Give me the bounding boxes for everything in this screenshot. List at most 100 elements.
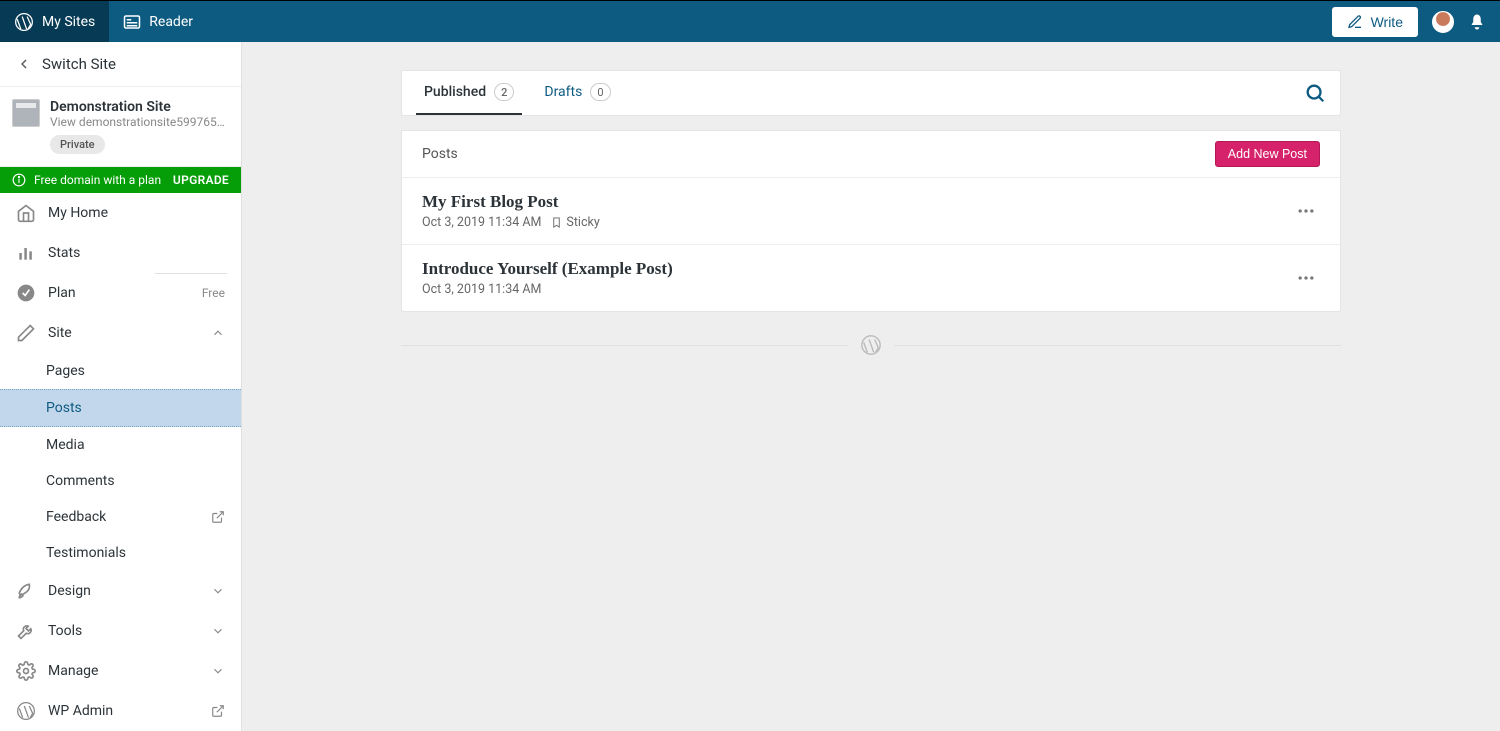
layout: Switch Site Demonstration Site View demo… (0, 42, 1500, 731)
post-meta: Oct 3, 2019 11:34 AM Sticky (422, 215, 1292, 230)
sidebar-item-posts[interactable]: Posts (0, 389, 241, 427)
sidebar-item-manage[interactable]: Manage (0, 651, 241, 691)
post-info: My First Blog Post Oct 3, 2019 11:34 AM … (422, 192, 1292, 230)
upgrade-button[interactable]: UPGRADE (173, 173, 229, 187)
search-icon[interactable] (1304, 82, 1326, 104)
topbar-right: Write (1332, 7, 1500, 37)
sidebar-item-testimonials[interactable]: Testimonials (0, 535, 241, 571)
site-title: Demonstration Site (50, 99, 229, 115)
sidebar-item-pages[interactable]: Pages (0, 353, 241, 389)
gear-icon (16, 661, 36, 681)
bell-icon[interactable] (1468, 13, 1486, 31)
tab-published[interactable]: Published 2 (416, 71, 522, 115)
external-link-icon (211, 704, 225, 718)
sidebar-item-plan[interactable]: Plan Free (0, 273, 241, 313)
sidebar-item-label: Pages (46, 363, 85, 379)
post-info: Introduce Yourself (Example Post) Oct 3,… (422, 259, 1292, 297)
write-button[interactable]: Write (1332, 7, 1418, 37)
chevron-down-icon (211, 584, 225, 598)
home-icon (16, 203, 36, 223)
wordpress-icon (14, 12, 34, 32)
tab-label: Published (424, 84, 486, 100)
stats-icon (16, 243, 36, 263)
external-link-icon (211, 510, 225, 524)
chevron-down-icon (211, 624, 225, 638)
chevron-left-icon (16, 56, 32, 72)
upgrade-text: Free domain with a plan (34, 173, 173, 187)
plan-icon (16, 283, 36, 303)
tab-drafts[interactable]: Drafts 0 (536, 71, 618, 115)
sidebar-item-label: Plan (48, 285, 76, 301)
sidebar-item-stats[interactable]: Stats (0, 233, 241, 273)
more-icon[interactable] (1292, 197, 1320, 225)
post-date: Oct 3, 2019 11:34 AM (422, 282, 541, 297)
pencil-icon (16, 323, 36, 343)
topbar-left: My Sites Reader (0, 1, 207, 42)
sidebar-item-wpadmin[interactable]: WP Admin (0, 691, 241, 731)
sidebar-item-label: Design (48, 583, 91, 599)
sidebar-item-design[interactable]: Design (0, 571, 241, 611)
sidebar-item-site[interactable]: Site (0, 313, 241, 353)
private-badge: Private (50, 135, 105, 154)
more-icon[interactable] (1292, 264, 1320, 292)
sidebar-item-label: WP Admin (48, 703, 113, 719)
sidebar-item-label: My Home (48, 205, 108, 221)
panel: Published 2 Drafts 0 Posts Add New Post (401, 70, 1341, 356)
post-date: Oct 3, 2019 11:34 AM (422, 215, 541, 230)
sidebar-item-label: Stats (48, 245, 80, 261)
wrench-icon (16, 621, 36, 641)
wordpress-icon (16, 701, 36, 721)
post-row[interactable]: My First Blog Post Oct 3, 2019 11:34 AM … (402, 178, 1340, 245)
nav-reader-label: Reader (149, 14, 193, 30)
divider (155, 273, 227, 274)
sidebar-item-tools[interactable]: Tools (0, 611, 241, 651)
site-url: View demonstrationsite599765121.w (50, 115, 229, 129)
avatar[interactable] (1432, 11, 1454, 33)
nav-my-sites-label: My Sites (42, 14, 95, 30)
footer-logo (401, 334, 1341, 356)
chevron-down-icon (211, 664, 225, 678)
site-thumb-icon (12, 99, 40, 127)
sidebar-item-label: Site (48, 325, 72, 341)
sidebar-item-label: Posts (46, 400, 82, 416)
write-icon (1347, 14, 1363, 30)
reader-icon (123, 13, 141, 31)
tab-label: Drafts (544, 84, 582, 100)
post-title: My First Blog Post (422, 192, 1292, 212)
topbar: My Sites Reader Write (0, 0, 1500, 42)
sidebar-item-label: Manage (48, 663, 98, 679)
sidebar-item-label: Feedback (46, 509, 106, 525)
sticky-badge: Sticky (551, 215, 599, 230)
sidebar-item-home[interactable]: My Home (0, 193, 241, 233)
site-info: Demonstration Site View demonstrationsit… (50, 99, 229, 154)
wordpress-icon (860, 334, 882, 356)
sidebar-item-comments[interactable]: Comments (0, 463, 241, 499)
main: Published 2 Drafts 0 Posts Add New Post (242, 42, 1500, 731)
upgrade-bar[interactable]: Free domain with a plan UPGRADE (0, 167, 241, 193)
post-title: Introduce Yourself (Example Post) (422, 259, 1292, 279)
sidebar: Switch Site Demonstration Site View demo… (0, 42, 242, 731)
post-row[interactable]: Introduce Yourself (Example Post) Oct 3,… (402, 245, 1340, 311)
design-icon (16, 581, 36, 601)
tab-count: 0 (590, 83, 610, 101)
add-new-post-button[interactable]: Add New Post (1215, 141, 1320, 167)
sidebar-item-media[interactable]: Media (0, 427, 241, 463)
sidebar-item-label: Tools (48, 623, 82, 639)
sidebar-item-label: Testimonials (46, 545, 126, 561)
sidebar-item-label: Comments (46, 473, 115, 489)
plan-tag: Free (202, 286, 225, 300)
site-card[interactable]: Demonstration Site View demonstrationsit… (0, 87, 241, 167)
write-label: Write (1371, 14, 1403, 30)
info-icon (12, 173, 26, 187)
tab-count: 2 (494, 83, 514, 101)
nav-reader[interactable]: Reader (109, 1, 207, 42)
nav-my-sites[interactable]: My Sites (0, 1, 109, 42)
post-meta: Oct 3, 2019 11:34 AM (422, 282, 1292, 297)
chevron-up-icon (211, 326, 225, 340)
list-header: Posts Add New Post (402, 131, 1340, 178)
sidebar-item-feedback[interactable]: Feedback (0, 499, 241, 535)
list-title: Posts (422, 146, 458, 162)
list-card: Posts Add New Post My First Blog Post Oc… (401, 130, 1341, 312)
tabs-card: Published 2 Drafts 0 (401, 70, 1341, 116)
switch-site[interactable]: Switch Site (0, 42, 241, 87)
